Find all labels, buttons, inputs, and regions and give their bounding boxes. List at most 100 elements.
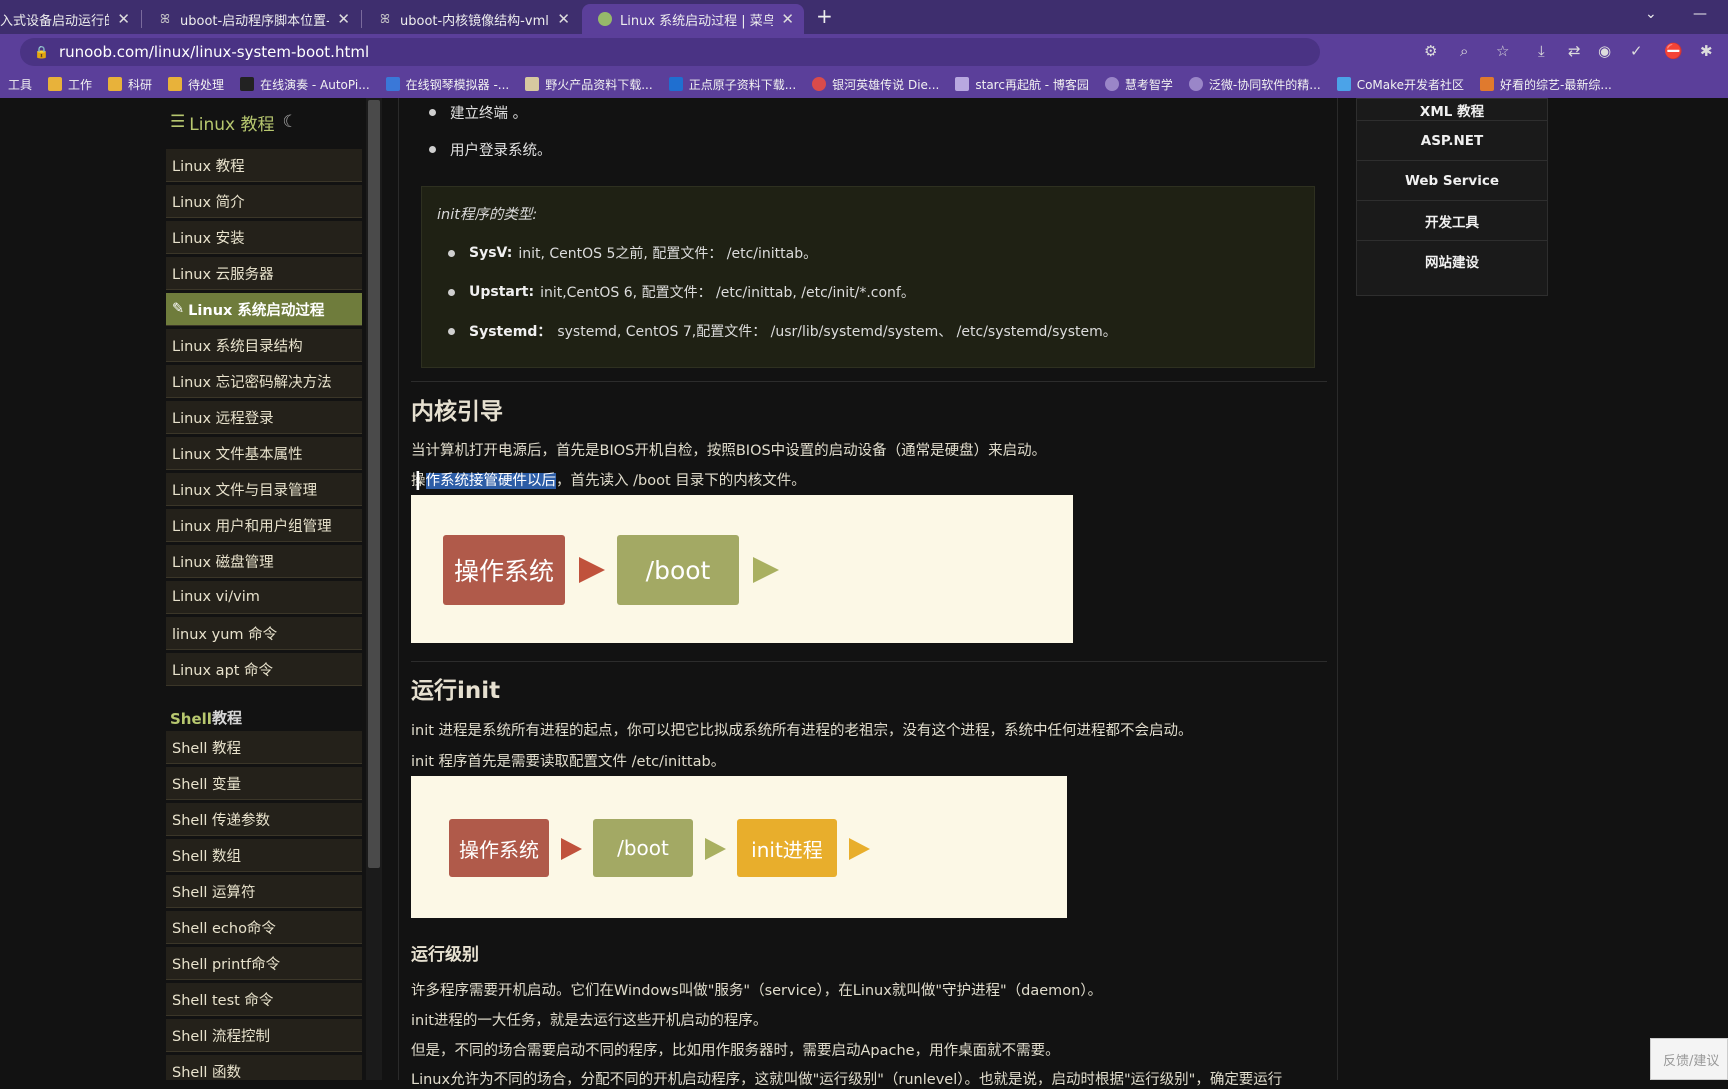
runoob-favicon-icon (598, 12, 612, 26)
tab-bar: 入式设备启动运行的 ✕ ꕤ uboot-启动程序脚本位置-init ✕ ꕤ ub… (0, 0, 1728, 34)
sidebar-item[interactable]: Linux 用户和用户组管理 (166, 509, 362, 542)
site-icon (240, 77, 255, 91)
site-icon (1336, 77, 1351, 91)
site-icon (525, 77, 540, 91)
sidebar-item[interactable]: Linux 教程 (166, 149, 362, 182)
bookmark-folder[interactable]: 待处理 (168, 76, 224, 93)
paragraph-with-selection: 操作系统接管硬件以后，首先读入 /boot 目录下的内核文件。 (411, 473, 806, 489)
sidebar-item[interactable]: Linux 简介 (166, 185, 362, 218)
sidebar-item[interactable]: Shell 教程 (166, 731, 362, 764)
sidebar-item[interactable]: Linux 文件与目录管理 (166, 473, 362, 506)
sidebar-item[interactable]: Shell 流程控制 (166, 1019, 362, 1052)
sidebar-item[interactable]: Linux 系统目录结构 (166, 329, 362, 362)
feedback-button[interactable]: 反馈/建议 (1650, 1038, 1728, 1080)
divider (411, 381, 1327, 382)
list-item: 用户登录系统。 (429, 139, 552, 160)
right-link[interactable]: ASP.NET (1357, 121, 1547, 161)
paragraph: 当计算机打开电源后，首先是BIOS开机自检，按照BIOS中设置的启动设备（通常是… (411, 443, 1047, 459)
diagram-box-boot: /boot (617, 535, 739, 605)
chevron-down-icon[interactable]: ⌄ (1645, 6, 1657, 22)
new-tab-button[interactable]: + (816, 4, 833, 28)
right-link[interactable]: Web Service (1357, 161, 1547, 201)
tab-3[interactable]: ꕤ uboot-内核镜像结构-vmlinu ✕ (362, 4, 580, 34)
puzzle-icon[interactable]: ✱ (1700, 42, 1713, 60)
site-icon (955, 77, 970, 91)
adblock-icon[interactable]: ⛔ (1664, 42, 1683, 60)
tab-4-active[interactable]: Linux 系统启动过程 | 菜鸟教程 ✕ (582, 4, 804, 34)
right-link[interactable]: 开发工具 (1357, 201, 1547, 241)
sidebar-item[interactable]: Linux 云服务器 (166, 257, 362, 290)
zoom-icon[interactable]: ⌕ (1460, 42, 1468, 60)
mask-icon[interactable]: ◉ (1598, 42, 1611, 60)
folder-icon (168, 77, 183, 91)
sidebar-item[interactable]: Shell 变量 (166, 767, 362, 800)
note-box: init程序的类型: SysV: init, CentOS 5之前, 配置文件： … (421, 186, 1315, 368)
sidebar-item-active[interactable]: ✎ Linux 系统启动过程 (166, 293, 362, 326)
globe-icon (1188, 77, 1203, 91)
bookmark-item[interactable]: 在线钢琴模拟器 -... (385, 76, 509, 93)
download-icon[interactable]: ⤓ (1538, 42, 1545, 60)
extension-icon[interactable]: ⚙ (1424, 42, 1437, 60)
bookmark-item[interactable]: 泛微-协同软件的精... (1188, 76, 1321, 93)
sidebar-item[interactable]: Shell printf命令 (166, 947, 362, 980)
bookmark-item[interactable]: 慧考智学 (1104, 76, 1173, 93)
paragraph: init 进程是系统所有进程的起点，你可以把它比拟成系统所有进程的老祖宗，没有这… (411, 723, 1193, 739)
sidebar-item[interactable]: linux yum 命令 (166, 617, 362, 650)
page-viewport: ☰ Linux 教程 ☾ Linux 教程 Linux 简介 Linux 安装 … (0, 98, 1728, 1088)
sidebar-item[interactable]: Shell echo命令 (166, 911, 362, 944)
address-input[interactable]: 🔒 runoob.com/linux/linux-system-boot.htm… (20, 38, 1320, 66)
tab-2[interactable]: ꕤ uboot-启动程序脚本位置-init ✕ (142, 4, 360, 34)
bookmark-item[interactable]: 野火产品资料下载... (525, 76, 653, 93)
folder-icon (48, 77, 63, 91)
sidebar-scroll-thumb[interactable] (368, 100, 380, 868)
tag-icon: ✎ (172, 301, 185, 317)
note-item: Systemd： systemd, CentOS 7,配置文件： /usr/lib… (448, 321, 1117, 341)
text-cursor-icon: I (414, 467, 422, 497)
arrow-icon (753, 557, 779, 583)
note-item: SysV: init, CentOS 5之前, 配置文件： /etc/initta… (448, 243, 817, 263)
paragraph: init 程序首先是需要读取配置文件 /etc/inittab。 (411, 754, 726, 770)
close-icon[interactable]: ✕ (117, 10, 130, 28)
star-icon[interactable]: ☆ (1496, 42, 1509, 60)
diagram-box-os: 操作系统 (449, 819, 549, 877)
sidebar-item[interactable]: Linux 磁盘管理 (166, 545, 362, 578)
bookmarks-bar: 工具 工作 科研 待处理 在线演奏 - AutoPi... 在线钢琴模拟器 -.… (0, 70, 1728, 98)
sidebar-item[interactable]: Shell 数组 (166, 839, 362, 872)
divider (411, 661, 1327, 662)
bookmark-item[interactable]: 正点原子资料下载... (668, 76, 796, 93)
bookmark-item[interactable]: starc再起航 - 博客园 (955, 76, 1089, 93)
sidebar-item[interactable]: Linux apt 命令 (166, 653, 362, 686)
close-icon[interactable]: ✕ (337, 10, 350, 28)
bookmark-item[interactable]: 好看的综艺-最新综... (1480, 76, 1612, 93)
right-link[interactable]: XML 教程 (1357, 99, 1547, 121)
sidebar-item[interactable]: Linux 远程登录 (166, 401, 362, 434)
translate-icon[interactable]: ⇄ (1568, 42, 1581, 60)
bookmark-item[interactable]: 工具 (8, 76, 32, 93)
bookmark-ext-icon[interactable]: ✓ (1630, 42, 1643, 60)
sidebar-item[interactable]: Shell 函数 (166, 1055, 362, 1080)
minimize-button[interactable]: — (1693, 6, 1707, 22)
bookmark-item[interactable]: 在线演奏 - AutoPi... (240, 76, 370, 93)
sidebar-item[interactable]: Shell 传递参数 (166, 803, 362, 836)
sidebar-item[interactable]: Linux vi/vim (166, 581, 362, 614)
right-sidebar: XML 教程 ASP.NET Web Service 开发工具 网站建设 (1356, 98, 1548, 296)
bookmark-folder[interactable]: 工作 (48, 76, 92, 93)
tab-favicon-icon: ꕤ (380, 11, 390, 26)
bookmark-item[interactable]: CoMake开发者社区 (1336, 76, 1464, 93)
paragraph: 许多程序需要开机启动。它们在Windows叫做"服务"（service），在Li… (411, 983, 1103, 999)
close-icon[interactable]: ✕ (557, 10, 570, 28)
moon-icon[interactable]: ☾ (282, 112, 297, 132)
left-sidebar: ☰ Linux 教程 ☾ Linux 教程 Linux 简介 Linux 安装 … (166, 98, 362, 1080)
sidebar-item[interactable]: Linux 安装 (166, 221, 362, 254)
sidebar-item[interactable]: Linux 忘记密码解决方法 (166, 365, 362, 398)
lock-icon: 🔒 (34, 45, 49, 59)
tab-1[interactable]: 入式设备启动运行的 ✕ (0, 4, 140, 34)
close-icon[interactable]: ✕ (781, 10, 794, 28)
sidebar-item[interactable]: Shell 运算符 (166, 875, 362, 908)
sidebar-item[interactable]: Shell test 命令 (166, 983, 362, 1016)
right-link[interactable]: 网站建设 (1357, 241, 1547, 281)
bookmark-item[interactable]: 银河英雄传说 Die... (812, 76, 939, 93)
sidebar-item[interactable]: Linux 文件基本属性 (166, 437, 362, 470)
note-item: Upstart: init,CentOS 6, 配置文件： /etc/initta… (448, 282, 915, 302)
bookmark-folder[interactable]: 科研 (108, 76, 152, 93)
